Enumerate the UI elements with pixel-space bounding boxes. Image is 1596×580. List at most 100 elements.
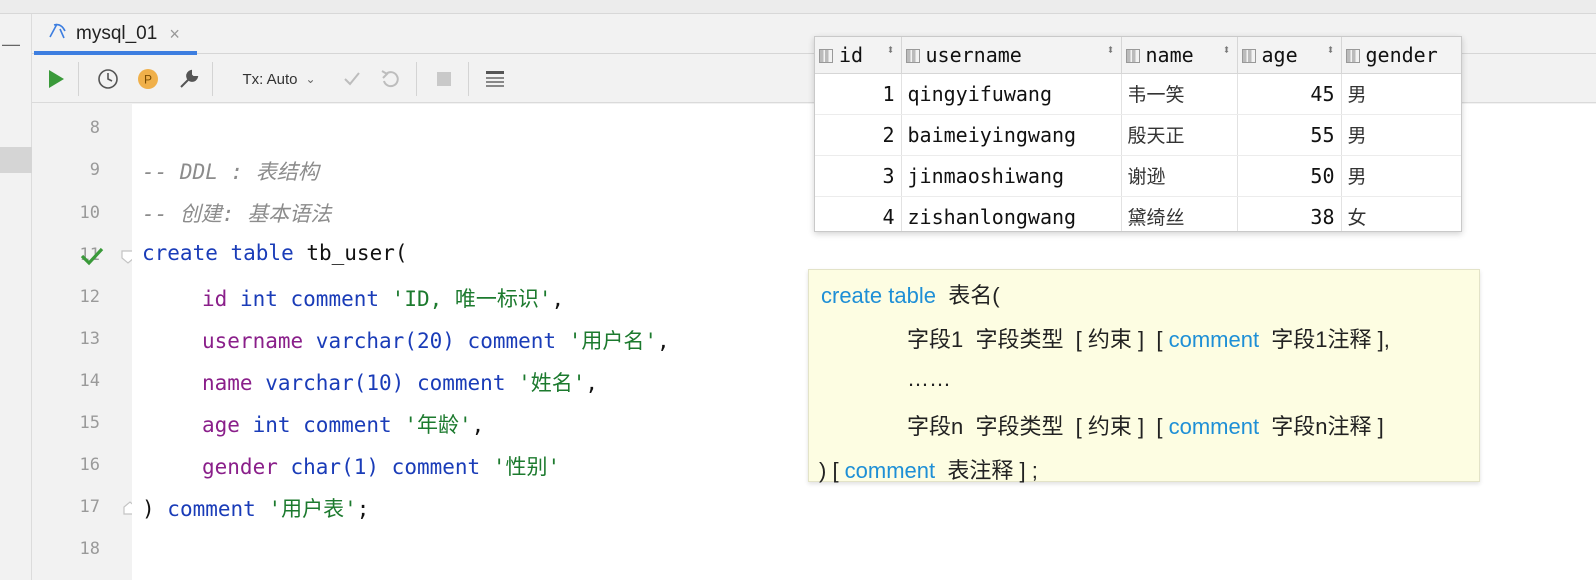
syntax-text: 表名( [935,283,1000,308]
cell-age[interactable]: 50 [1237,155,1342,197]
syntax-keyword: comment [1168,327,1260,352]
cell-id[interactable]: 3 [815,155,902,197]
column-header-id[interactable]: id ⬍ [815,37,902,74]
tab-mysql-01[interactable]: mysql_01 × [34,14,197,55]
column-label: name [1145,42,1194,67]
code-token: , [471,413,485,437]
column-label: gender [1365,42,1438,67]
tab-close-icon[interactable]: × [169,24,180,45]
syntax-line-4: 字段n 字段类型 [ 约束 ] [ comment 字段n注释 ] [907,409,1384,441]
column-icon [1345,48,1360,63]
cell-id[interactable]: 2 [815,114,902,156]
line-number: 18 [79,539,100,559]
syntax-text: 字段1注释 ], [1259,327,1390,352]
cell-username[interactable]: jinmaoshiwang [901,155,1122,197]
console-icon [48,21,68,47]
line-number: 13 [79,329,100,349]
cell-username[interactable]: zishanlongwang [901,196,1122,231]
code-token: int [227,287,291,311]
cell-age[interactable]: 55 [1237,114,1342,156]
code-line-9: -- DDL : 表结构 [142,160,319,184]
code-line-10: -- 创建: 基本语法 [142,202,332,226]
result-table: id ⬍ username ⬍ name ⬍ age ⬍ gender 1 qingyi… [815,37,1461,231]
code-line-12: id int comment 'ID, 唯一标识', [202,283,564,313]
code-token: '年龄' [391,413,472,437]
column-icon [905,48,920,63]
code-line-17: ) comment '用户表'; [142,493,369,523]
cell-age[interactable]: 45 [1237,73,1342,115]
column-header-gender[interactable]: gender [1341,37,1461,74]
executed-check-icon [80,246,104,271]
cell-name[interactable]: 谢逊 [1121,155,1238,197]
cell-gender[interactable]: 男 [1341,73,1461,115]
collapse-icon[interactable]: — [2,34,20,55]
selected-strip-item[interactable] [0,147,32,173]
stop-icon[interactable] [432,65,456,93]
cell-gender[interactable]: 男 [1341,155,1461,197]
syntax-keyword: create table [821,283,936,308]
table-row[interactable]: 1 qingyifuwang 韦一笑 45 男 [815,73,1461,115]
syntax-line-1: create table 表名( [821,278,1000,310]
cell-name[interactable]: 殷天正 [1121,114,1238,156]
column-icon [1125,48,1140,63]
line-number: 8 [89,118,100,138]
line-number: 17 [79,497,100,517]
commit-icon[interactable] [340,65,364,93]
parameters-icon[interactable]: P [136,65,160,93]
code-token: ) [142,497,168,521]
code-line-14: name varchar(10) comment '姓名', [202,367,598,397]
left-tool-strip: — [0,14,32,580]
table-row[interactable]: 4 zishanlongwang 黛绮丝 38 女 [815,196,1461,231]
code-token: ) [391,371,417,395]
sort-icon[interactable]: ⬍ [1107,43,1115,58]
cell-username[interactable]: qingyifuwang [901,73,1122,115]
cell-id[interactable]: 4 [815,196,902,231]
code-token: ) [366,455,392,479]
cell-username[interactable]: baimeiyingwang [901,114,1122,156]
history-icon[interactable] [96,65,120,93]
code-token: 20 [416,329,443,353]
editor-gutter: 8 9 10 11 12 13 14 15 16 17 18 [32,104,137,580]
toolbar-separator [416,62,417,96]
code-token: create table [142,241,294,265]
column-label: id [839,42,864,67]
column-header-username[interactable]: username ⬍ [901,37,1122,74]
syntax-text: 表注释 ] ; [935,458,1038,483]
syntax-note-overlay: create table 表名( 字段1 字段类型 [ 约束 ] [ comme… [808,269,1480,483]
code-token: name [202,371,253,395]
line-number: 12 [79,287,100,307]
parameters-badge: P [144,73,152,87]
code-token: ) [442,329,468,353]
run-icon[interactable] [44,65,68,93]
tx-mode-label: Tx: Auto [242,70,298,88]
syntax-text: 字段n注释 ] [1259,414,1384,439]
table-row[interactable]: 2 baimeiyingwang 殷天正 55 男 [815,114,1461,156]
transaction-mode-dropdown[interactable]: Tx: Auto ⌄ [234,65,324,93]
cell-age[interactable]: 38 [1237,196,1342,231]
column-header-age[interactable]: age ⬍ [1237,37,1342,74]
column-icon [819,48,833,63]
code-token: '姓名' [505,371,586,395]
code-token: int [239,413,304,437]
cell-id[interactable]: 1 [815,73,902,115]
output-layout-icon[interactable] [482,65,508,93]
table-row[interactable]: 3 jinmaoshiwang 谢逊 50 男 [815,155,1461,197]
rollback-icon[interactable] [378,65,402,93]
chevron-down-icon: ⌄ [305,72,316,86]
cell-name[interactable]: 韦一笑 [1121,73,1238,115]
code-token: 10 [366,371,392,395]
cell-name[interactable]: 黛绮丝 [1121,196,1238,231]
code-token: gender [202,455,278,479]
code-line-15: age int comment '年龄', [202,409,484,439]
column-header-name[interactable]: name ⬍ [1121,37,1238,74]
cell-gender[interactable]: 女 [1341,196,1461,231]
sort-icon[interactable]: ⬍ [1327,43,1335,58]
sort-icon[interactable]: ⬍ [887,43,895,58]
code-token: '用户名' [556,329,657,353]
sort-icon[interactable]: ⬍ [1223,43,1231,58]
wrench-icon[interactable] [176,65,202,93]
table-header-row: id ⬍ username ⬍ name ⬍ age ⬍ gender [815,37,1461,74]
code-line-13: username varchar(20) comment '用户名', [202,325,670,355]
syntax-keyword: comment [1168,414,1260,439]
cell-gender[interactable]: 男 [1341,114,1461,156]
